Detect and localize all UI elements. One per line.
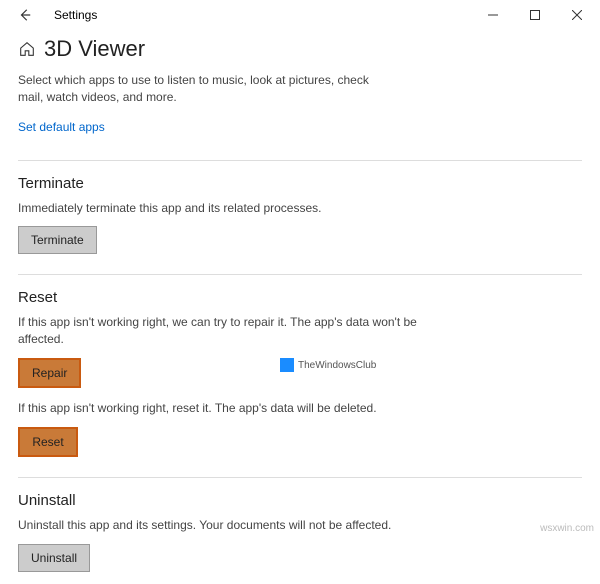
- set-default-apps-link[interactable]: Set default apps: [18, 120, 105, 134]
- divider: [18, 160, 582, 161]
- page-title: 3D Viewer: [44, 36, 145, 62]
- reset-section: Reset If this app isn't working right, w…: [18, 289, 582, 468]
- repair-button[interactable]: Repair: [18, 358, 81, 388]
- reset-button[interactable]: Reset: [18, 427, 78, 457]
- terminate-heading: Terminate: [18, 175, 582, 192]
- uninstall-heading: Uninstall: [18, 492, 582, 509]
- arrow-left-icon: [18, 8, 32, 22]
- titlebar: Settings: [0, 0, 600, 30]
- terminate-section: Terminate Immediately terminate this app…: [18, 175, 582, 267]
- page-header: 3D Viewer: [18, 36, 582, 62]
- close-icon: [572, 10, 582, 20]
- home-icon[interactable]: [18, 40, 36, 58]
- minimize-icon: [488, 10, 498, 20]
- home-icon-svg: [18, 40, 36, 58]
- uninstall-description: Uninstall this app and its settings. You…: [18, 517, 418, 534]
- window-title: Settings: [54, 8, 97, 22]
- reset-heading: Reset: [18, 289, 582, 306]
- watermark-bottom: wsxwin.com: [540, 523, 594, 534]
- close-button[interactable]: [556, 0, 598, 30]
- terminate-description: Immediately terminate this app and its r…: [18, 200, 418, 217]
- back-button[interactable]: [10, 0, 40, 30]
- divider: [18, 274, 582, 275]
- terminate-button[interactable]: Terminate: [18, 226, 97, 254]
- divider: [18, 477, 582, 478]
- reset-description: If this app isn't working right, reset i…: [18, 400, 418, 417]
- maximize-button[interactable]: [514, 0, 556, 30]
- maximize-icon: [530, 10, 540, 20]
- minimize-button[interactable]: [472, 0, 514, 30]
- page-subtitle: Select which apps to use to listen to mu…: [18, 72, 378, 106]
- repair-description: If this app isn't working right, we can …: [18, 314, 418, 348]
- uninstall-button[interactable]: Uninstall: [18, 544, 90, 572]
- window-controls: [472, 0, 598, 30]
- uninstall-section: Uninstall Uninstall this app and its set…: [18, 492, 582, 584]
- content-area: 3D Viewer Select which apps to use to li…: [0, 30, 600, 584]
